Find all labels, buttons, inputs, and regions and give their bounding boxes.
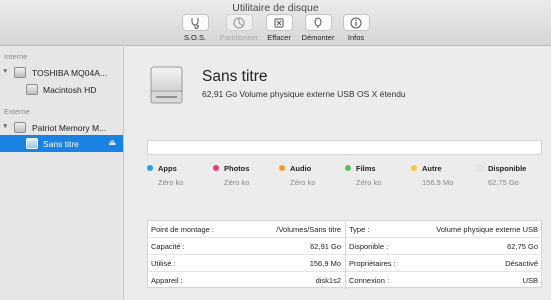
- first-aid-label: S.O.S.: [183, 33, 207, 42]
- category-value: 62,75 Go: [488, 178, 519, 187]
- disclosure-triangle-icon[interactable]: ▼: [2, 123, 8, 130]
- info-row-available: Disponible : 62,75 Go: [346, 238, 542, 255]
- info-value: 62,91 Go: [310, 242, 341, 251]
- category-dot: [411, 165, 417, 171]
- sidebar-section-external: Externe: [4, 107, 30, 116]
- external-disk-icon: [150, 66, 183, 104]
- info-value: USB: [522, 276, 538, 285]
- category-name: Films: [356, 164, 376, 173]
- category-value: Zéro ko: [356, 178, 382, 187]
- info-key: Disponible :: [349, 242, 389, 251]
- partition-label: Partitionner: [219, 33, 259, 42]
- category-name: Photos: [224, 164, 250, 173]
- info-button[interactable]: Infos: [334, 14, 378, 46]
- category-dot: [477, 165, 483, 171]
- sidebar-item-label: TOSHIBA MQ04A...: [32, 68, 107, 78]
- category-value: Zéro ko: [224, 178, 250, 187]
- sidebar-item-macintosh-hd[interactable]: Macintosh HD: [0, 81, 123, 98]
- category-value: Zéro ko: [290, 178, 316, 187]
- info-value: Volume physique externe USB: [436, 225, 538, 234]
- info-key: Propriétaires :: [349, 259, 396, 268]
- info-key: Type :: [349, 225, 370, 234]
- erase-button[interactable]: Effacer: [257, 14, 301, 46]
- volume-icon: [26, 84, 38, 95]
- category-dot: [147, 165, 153, 171]
- sidebar-item-label: Patriot Memory M...: [32, 123, 107, 133]
- info-key: Capacité :: [151, 242, 185, 251]
- info-value: 62,75 Go: [507, 242, 538, 251]
- window-title: Utilitaire de disque: [232, 2, 319, 14]
- erase-icon: [265, 14, 293, 31]
- partition-button[interactable]: Partitionner: [217, 14, 261, 46]
- info-value: Désactivé: [505, 259, 538, 268]
- info-column-right: Type : Volume physique externe USB Dispo…: [345, 221, 542, 289]
- volume-description: 62,91 Go Volume physique externe USB OS …: [202, 89, 406, 99]
- info-row-type: Type : Volume physique externe USB: [346, 221, 542, 238]
- erase-label: Effacer: [267, 33, 291, 42]
- category-value: 156,9 Mo: [422, 178, 454, 187]
- volume-name: Sans titre: [202, 68, 268, 85]
- info-column-left: Point de montage : /Volumes/Sans titre C…: [148, 221, 345, 289]
- unmount-icon: [304, 14, 332, 31]
- eject-icon[interactable]: ⏏: [108, 138, 116, 147]
- sidebar-section-internal: Interne: [4, 52, 28, 61]
- disclosure-triangle-icon[interactable]: ▼: [2, 68, 8, 75]
- info-key: Point de montage :: [151, 225, 214, 234]
- sidebar: Interne ▼ TOSHIBA MQ04A... Macintosh HD …: [0, 47, 124, 300]
- category-value: Zéro ko: [158, 178, 184, 187]
- sidebar-item-label: Sans titre: [43, 139, 79, 149]
- stethoscope-icon: [181, 14, 209, 31]
- first-aid-button[interactable]: S.O.S.: [173, 14, 217, 46]
- info-row-device: Appareil : disk1s2: [148, 272, 345, 289]
- info-value: 156,9 Mo: [309, 259, 341, 268]
- category-name: Autre: [422, 164, 442, 173]
- info-row-capacity: Capacité : 62,91 Go: [148, 238, 345, 255]
- category-name: Audio: [290, 164, 312, 173]
- main-pane: Sans titre 62,91 Go Volume physique exte…: [125, 47, 551, 300]
- partition-icon: [225, 14, 253, 31]
- info-label: Infos: [347, 33, 365, 42]
- info-row-used: Utilisé : 156,9 Mo: [148, 255, 345, 272]
- sidebar-item-toshiba[interactable]: ▼ TOSHIBA MQ04A...: [0, 64, 123, 81]
- volume-info-table: Point de montage : /Volumes/Sans titre C…: [147, 220, 542, 289]
- info-icon: [342, 14, 370, 31]
- hard-drive-icon: [14, 67, 26, 78]
- info-row-owners: Propriétaires : Désactivé: [346, 255, 542, 272]
- info-key: Connexion :: [349, 276, 390, 285]
- info-value: disk1s2: [315, 276, 341, 285]
- sidebar-item-label: Macintosh HD: [43, 85, 97, 95]
- info-row-mount-point: Point de montage : /Volumes/Sans titre: [148, 221, 345, 238]
- title-bar: Utilitaire de disque S.O.S. Partitionner…: [0, 0, 551, 46]
- info-key: Utilisé :: [151, 259, 176, 268]
- category-name: Apps: [158, 164, 177, 173]
- sidebar-item-sans-titre[interactable]: Sans titre ⏏: [0, 135, 123, 152]
- info-key: Appareil :: [151, 276, 183, 285]
- sidebar-item-patriot[interactable]: ▼ Patriot Memory M...: [0, 119, 123, 136]
- volume-icon: [26, 138, 38, 149]
- usb-drive-icon: [14, 122, 26, 133]
- info-value: /Volumes/Sans titre: [276, 225, 341, 234]
- category-dot: [345, 165, 351, 171]
- category-dot: [213, 165, 219, 171]
- info-row-connection: Connexion : USB: [346, 272, 542, 289]
- storage-usage-bar: [147, 140, 542, 155]
- category-dot: [279, 165, 285, 171]
- category-name: Disponible: [488, 164, 527, 173]
